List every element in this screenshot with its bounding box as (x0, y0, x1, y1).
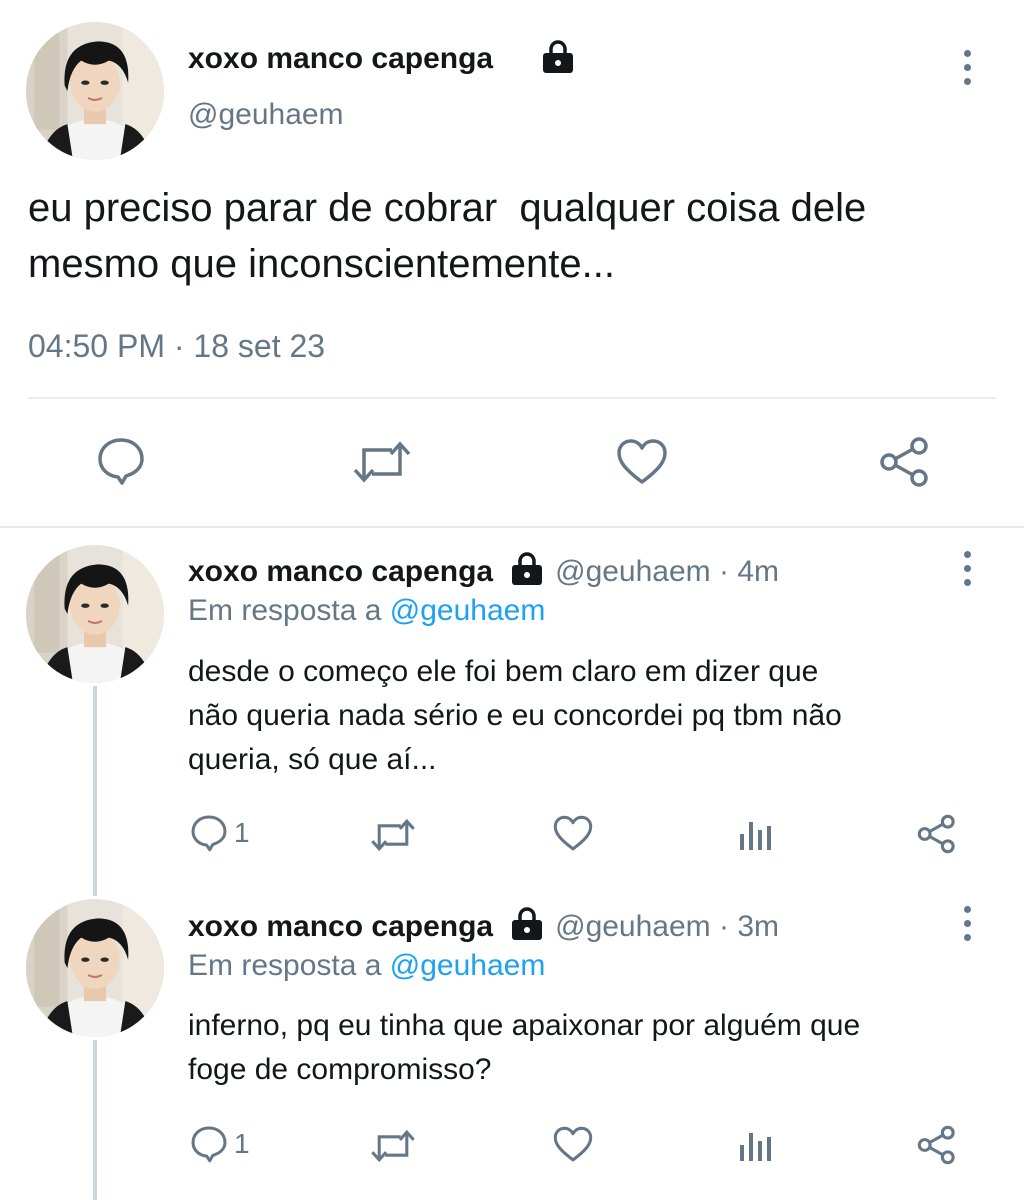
reply-button[interactable]: 1 (190, 814, 250, 852)
reply-button[interactable] (96, 436, 146, 486)
heart-icon (617, 439, 667, 484)
share-button[interactable] (878, 436, 932, 488)
display-name[interactable]: xoxo manco capenga (188, 42, 493, 76)
divider (0, 526, 1024, 528)
retweet-button[interactable] (370, 1129, 416, 1163)
more-vertical-icon[interactable] (961, 551, 973, 587)
reply-text-line: foge de compromisso? (188, 1053, 492, 1086)
tweet-text-line-1: eu preciso parar de cobrar qualquer cois… (28, 186, 867, 230)
reply-count: 1 (234, 817, 250, 848)
handle[interactable]: @geuhaem (188, 98, 344, 132)
reply-bubble-icon (191, 815, 227, 852)
share-icon (880, 437, 928, 487)
avatar[interactable] (26, 899, 164, 1037)
like-button[interactable] (553, 1126, 593, 1163)
like-button[interactable] (553, 815, 593, 852)
in-reply-to: Em resposta a @geuhaem (188, 594, 545, 628)
mention-link[interactable]: @geuhaem (390, 594, 546, 627)
timestamp[interactable]: 04:50 PM · 18 set 23 (28, 328, 325, 365)
reply-bubble-icon (191, 1126, 227, 1163)
lock-icon (509, 552, 545, 591)
share-icon (917, 1125, 955, 1165)
reply-text-line: não queria nada sério e eu concordei pq … (188, 699, 842, 732)
like-button[interactable] (616, 438, 668, 486)
handle-time[interactable]: @geuhaem · 3m (555, 910, 779, 944)
reply-header: xoxo manco capenga @geuhaem · 4m (188, 552, 779, 591)
reply-text-line: inferno, pq eu tinha que apaixonar por a… (188, 1009, 861, 1042)
retweet-button[interactable] (352, 440, 412, 484)
avatar[interactable] (26, 22, 164, 160)
reply-text-line: queria, só que aí... (188, 743, 437, 776)
lock-icon (540, 40, 576, 79)
display-name[interactable]: xoxo manco capenga (188, 555, 493, 589)
retweet-icon (371, 818, 415, 852)
reply-text-line: desde o começo ele foi bem claro em dize… (188, 655, 819, 688)
lock-icon (509, 907, 545, 946)
avatar[interactable] (26, 545, 164, 683)
tweet-text-line-2: mesmo que inconscientemente... (28, 242, 615, 286)
handle-time[interactable]: @geuhaem · 4m (555, 555, 779, 589)
reply-count: 1 (234, 1128, 250, 1159)
analytics-icon (740, 1133, 771, 1161)
thread-line (93, 1040, 97, 1200)
reply-text: desde o começo ele foi bem claro em dize… (188, 650, 842, 782)
analytics-button[interactable] (738, 818, 774, 850)
display-name[interactable]: xoxo manco capenga (188, 910, 493, 944)
more-vertical-icon[interactable] (961, 906, 973, 942)
share-icon (917, 814, 955, 854)
reply-header: xoxo manco capenga @geuhaem · 3m (188, 907, 779, 946)
heart-icon (553, 1126, 593, 1162)
analytics-icon (740, 822, 771, 850)
analytics-button[interactable] (738, 1129, 774, 1161)
more-vertical-icon[interactable] (961, 50, 973, 86)
retweet-button[interactable] (370, 818, 416, 852)
in-reply-to: Em resposta a @geuhaem (188, 949, 545, 983)
divider (28, 397, 996, 399)
heart-icon (553, 815, 593, 851)
thread-line (93, 686, 97, 896)
reply-bubble-icon (98, 438, 144, 485)
reply-prefix: Em resposta a (188, 594, 390, 627)
mention-link[interactable]: @geuhaem (390, 949, 546, 982)
reply-prefix: Em resposta a (188, 949, 390, 982)
share-button[interactable] (916, 814, 958, 854)
retweet-icon (353, 441, 411, 483)
share-button[interactable] (916, 1125, 958, 1165)
reply-text: inferno, pq eu tinha que apaixonar por a… (188, 1004, 860, 1092)
reply-button[interactable]: 1 (190, 1125, 250, 1163)
retweet-icon (371, 1129, 415, 1163)
